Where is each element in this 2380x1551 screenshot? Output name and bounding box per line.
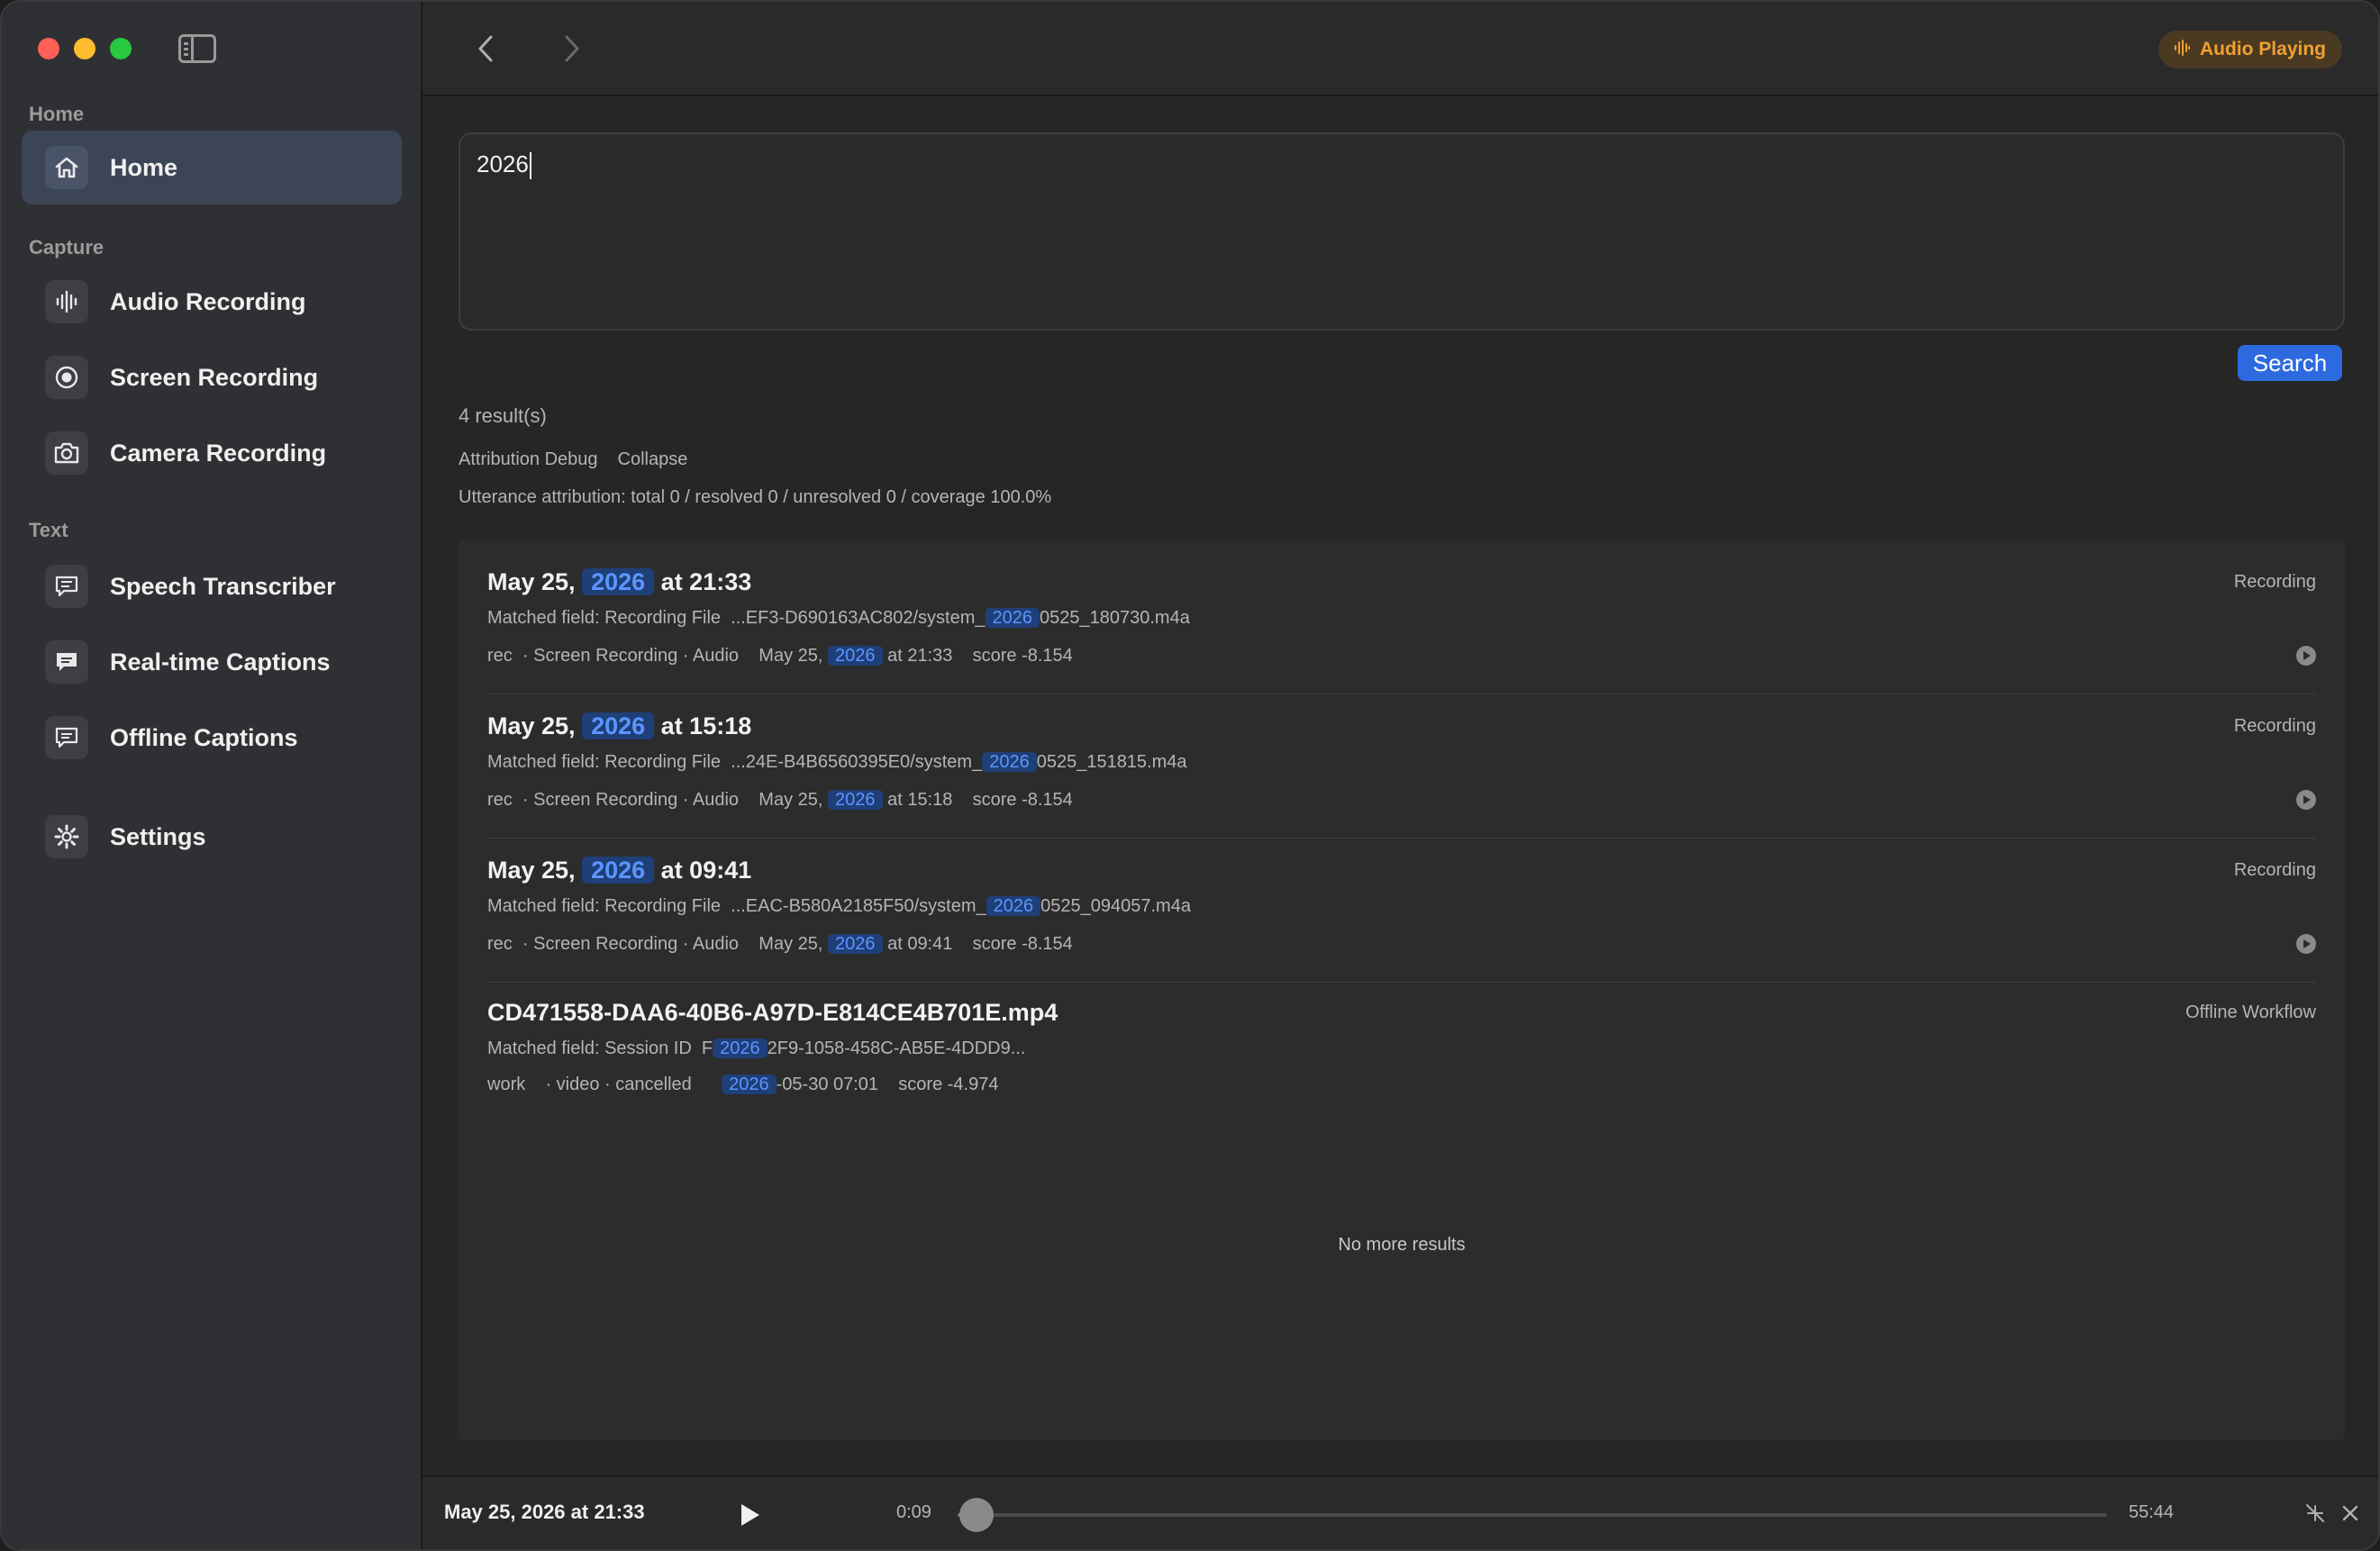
- section-label-capture: Capture: [29, 236, 104, 258]
- result-matched-field: Matched field: Session ID F 2026 2F9-1058-…: [487, 1039, 1026, 1058]
- result-meta: rec · Screen Recording · Audio May 25, 2…: [487, 646, 1073, 666]
- audio-playing-badge[interactable]: Audio Playing: [2157, 31, 2342, 68]
- results-list: May 25, 2026 at 21:33 Recording Matched …: [459, 540, 2345, 1440]
- result-title: CD471558-DAA6-40B6-A97D-E814CE4B701E.mp4: [487, 999, 1058, 1026]
- section-label-home: Home: [29, 103, 85, 125]
- sidebar-item-label: Audio Recording: [110, 287, 306, 315]
- sidebar-item-label: Settings: [110, 822, 206, 850]
- result-type: Offline Workflow: [2185, 1002, 2316, 1022]
- results-count: 4 result(s): [459, 404, 547, 427]
- toolbar: Audio Playing: [422, 2, 2378, 96]
- result-item[interactable]: CD471558-DAA6-40B6-A97D-E814CE4B701E.mp4…: [487, 999, 2316, 1125]
- captions-icon: [45, 640, 88, 684]
- attribution-summary: Utterance attribution: total 0 / resolve…: [459, 487, 1052, 507]
- collapse-link[interactable]: Collapse: [618, 449, 688, 470]
- close-window-button[interactable]: [38, 38, 59, 59]
- sidebar-item-camera-recording[interactable]: Camera Recording: [22, 416, 402, 490]
- sidebar: Home Home Capture Audio Recording Screen…: [2, 2, 422, 1549]
- waveform-icon: [2173, 39, 2191, 61]
- elapsed-time: 0:09: [896, 1502, 931, 1522]
- play-result-button[interactable]: [2296, 646, 2316, 666]
- sidebar-item-label: Screen Recording: [110, 363, 319, 391]
- attribution-debug-label: Attribution Debug: [459, 449, 598, 469]
- sidebar-toggle-icon[interactable]: [178, 34, 216, 63]
- sidebar-item-label: Camera Recording: [110, 439, 327, 467]
- speech-bubble-icon: [45, 565, 88, 608]
- maximize-window-button[interactable]: [110, 38, 132, 59]
- section-label-text: Text: [29, 519, 68, 541]
- search-button[interactable]: Search: [2238, 345, 2342, 381]
- player-title: May 25, 2026 at 21:33: [444, 1501, 645, 1523]
- result-title: May 25, 2026 at 15:18: [487, 712, 752, 739]
- search-query: 2026: [477, 150, 529, 177]
- result-item[interactable]: May 25, 2026 at 09:41 Recording Matched …: [487, 857, 2316, 983]
- sidebar-item-realtime-captions[interactable]: Real-time Captions: [22, 625, 402, 699]
- result-matched-field: Matched field: Recording File ...EF3-D69…: [487, 608, 1190, 628]
- no-more-results: No more results: [1338, 1235, 1466, 1255]
- result-matched-field: Matched field: Recording File ...EAC-B58…: [487, 896, 1191, 916]
- sidebar-item-home[interactable]: Home: [22, 131, 402, 204]
- play-result-button[interactable]: [2296, 934, 2316, 954]
- result-item[interactable]: May 25, 2026 at 21:33 Recording Matched …: [487, 568, 2316, 694]
- house-icon: [45, 146, 88, 189]
- text-caret: [529, 152, 531, 180]
- sidebar-item-label: Offline Captions: [110, 723, 298, 751]
- offline-captions-icon: [45, 716, 88, 759]
- playback-slider[interactable]: [958, 1498, 2107, 1532]
- result-title: May 25, 2026 at 21:33: [487, 568, 752, 595]
- sidebar-item-label: Real-time Captions: [110, 648, 331, 676]
- record-icon: [45, 356, 88, 399]
- search-input[interactable]: 2026: [459, 132, 2345, 331]
- waveform-icon: [45, 280, 88, 323]
- camera-icon: [45, 431, 88, 475]
- sidebar-item-settings[interactable]: Settings: [22, 800, 402, 874]
- back-button[interactable]: [468, 29, 504, 68]
- sidebar-item-offline-captions[interactable]: Offline Captions: [22, 701, 402, 775]
- audio-status-label: Audio Playing: [2199, 39, 2326, 59]
- audio-player-bar: May 25, 2026 at 21:33 0:09 55:44: [422, 1475, 2378, 1549]
- gear-icon: [45, 815, 88, 858]
- result-meta: rec · Screen Recording · Audio May 25, 2…: [487, 790, 1073, 810]
- result-item[interactable]: May 25, 2026 at 15:18 Recording Matched …: [487, 712, 2316, 839]
- play-icon[interactable]: [741, 1504, 759, 1526]
- playback-thumb[interactable]: [959, 1498, 994, 1532]
- app-window: Home Home Capture Audio Recording Screen…: [0, 0, 2380, 1551]
- sidebar-item-label: Speech Transcriber: [110, 572, 336, 600]
- result-type: Recording: [2233, 716, 2316, 736]
- sidebar-item-speech-transcriber[interactable]: Speech Transcriber: [22, 549, 402, 623]
- attribution-debug-row: Attribution Debug Collapse: [459, 449, 687, 470]
- play-result-button[interactable]: [2296, 790, 2316, 810]
- sidebar-item-audio-recording[interactable]: Audio Recording: [22, 265, 402, 339]
- minimize-window-button[interactable]: [74, 38, 95, 59]
- sidebar-item-screen-recording[interactable]: Screen Recording: [22, 340, 402, 414]
- result-type: Recording: [2233, 572, 2316, 592]
- collapse-player-icon[interactable]: [2299, 1497, 2331, 1529]
- sidebar-item-label: Home: [110, 153, 178, 181]
- result-meta: rec · Screen Recording · Audio May 25, 2…: [487, 934, 1073, 954]
- forward-button[interactable]: [554, 29, 590, 68]
- result-type: Recording: [2233, 860, 2316, 880]
- result-meta: work · video · cancelled 2026 -05-30 07:0…: [487, 1075, 999, 1094]
- duration: 55:44: [2129, 1502, 2175, 1522]
- result-matched-field: Matched field: Recording File ...24E-B4B…: [487, 752, 1187, 772]
- close-player-icon[interactable]: [2334, 1497, 2366, 1529]
- result-title: May 25, 2026 at 09:41: [487, 857, 752, 884]
- main-content: 2026 Search 4 result(s) Attribution Debu…: [422, 96, 2378, 1475]
